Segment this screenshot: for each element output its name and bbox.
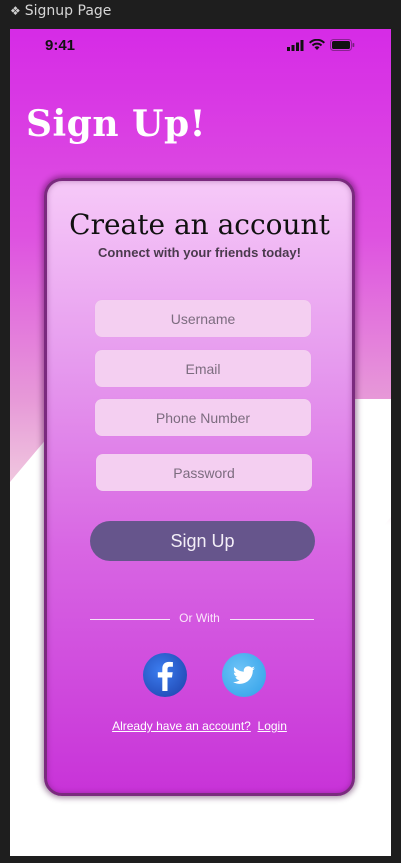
phone-frame: 9:41 Sign Up! Create an account Connect [10,29,391,856]
email-field[interactable] [95,350,311,387]
divider-text: Or With [179,611,220,625]
status-bar: 9:41 [10,29,391,65]
battery-icon [330,39,355,51]
phone-field[interactable] [95,399,311,436]
username-field[interactable] [95,300,311,337]
status-time: 9:41 [45,37,76,54]
page-title: Sign Up! [26,103,206,145]
wifi-icon [309,39,325,50]
password-field[interactable] [96,454,312,491]
divider-right [230,619,314,620]
facebook-icon [157,661,173,691]
twitter-icon [232,666,255,684]
card-title: Create an account [69,208,330,241]
component-icon: ❖ [10,4,21,18]
signup-card: Create an account Connect with your frie… [44,178,355,796]
frame-label-text: Signup Page [24,3,112,19]
login-prompt-text[interactable]: Already have an account? [112,719,251,733]
twitter-button[interactable] [222,653,266,697]
facebook-button[interactable] [143,653,187,697]
signup-button[interactable]: Sign Up [90,521,315,561]
login-prompt: Already have an account? Login [47,719,352,733]
status-icons [287,39,355,51]
login-link[interactable]: Login [258,719,287,733]
card-subtitle: Connect with your friends today! [98,245,301,260]
frame-label: ❖ Signup Page [10,3,111,19]
signal-icon [287,39,304,51]
